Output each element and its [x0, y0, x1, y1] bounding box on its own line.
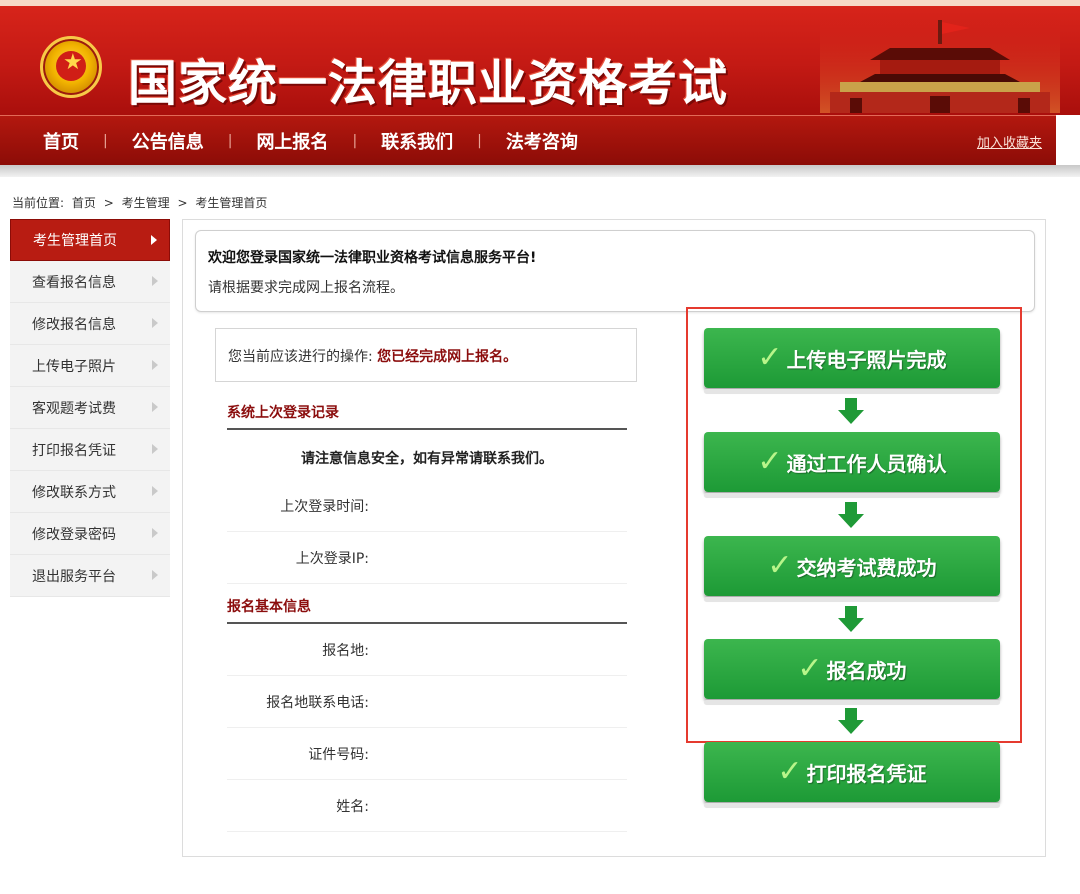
nav-separator: | [477, 133, 482, 149]
field-label: 报名地: [322, 643, 369, 659]
breadcrumb-separator: > [177, 196, 188, 210]
sidebar-item-label: 修改登录密码 [32, 526, 116, 543]
breadcrumb: 当前位置: 首页 > 考生管理 > 考生管理首页 [12, 194, 271, 211]
main-nav: 首页 | 公告信息 | 网上报名 | 联系我们 | 法考咨询 加入收藏夹 [0, 115, 1056, 165]
checkmark-icon: ✓ [757, 340, 783, 375]
tiananmen-gate-icon [820, 18, 1060, 113]
sidebar-item-label: 客观题考试费 [32, 400, 116, 417]
breadcrumb-home[interactable]: 首页 [72, 196, 96, 210]
welcome-subtitle: 请根据要求完成网上报名流程。 [208, 280, 404, 296]
breadcrumb-candidate-management[interactable]: 考生管理 [122, 196, 170, 210]
sidebar-item-label: 修改报名信息 [32, 316, 116, 333]
chevron-right-icon [152, 528, 158, 538]
sidebar-item-exam-fee[interactable]: 客观题考试费 [10, 387, 170, 429]
step-label: 打印报名凭证 [806, 761, 927, 786]
chevron-right-icon [152, 486, 158, 496]
nav-item-consult[interactable]: 法考咨询 [506, 128, 578, 154]
sidebar-item-edit-contact[interactable]: 修改联系方式 [10, 471, 170, 513]
nav-tail [1056, 115, 1080, 165]
header-banner: ★ 国家统一法律职业资格考试 [0, 0, 1080, 115]
down-arrow-icon [838, 606, 864, 632]
welcome-box: 欢迎您登录国家统一法律职业资格考试信息服务平台! 请根据要求完成网上报名流程。 [195, 230, 1035, 312]
sidebar-item-logout[interactable]: 退出服务平台 [10, 555, 170, 597]
add-favorite-link[interactable]: 加入收藏夹 [977, 132, 1042, 151]
sidebar-item-candidate-home[interactable]: 考生管理首页 [10, 219, 170, 261]
field-label: 上次登录时间: [280, 499, 369, 515]
down-arrow-icon [838, 398, 864, 424]
welcome-title: 欢迎您登录国家统一法律职业资格考试信息服务平台! [208, 250, 537, 266]
national-emblem-icon: ★ [40, 36, 102, 98]
last-login-ip-row: 上次登录IP: [227, 532, 627, 584]
chevron-right-icon [152, 276, 158, 286]
nav-separator: | [352, 133, 358, 149]
step-label: 交纳考试费成功 [796, 555, 937, 580]
flow-step-registration-success[interactable]: ✓ 报名成功 [704, 639, 1000, 705]
sidebar-item-label: 退出服务平台 [32, 568, 116, 585]
sidebar-item-label: 考生管理首页 [33, 233, 117, 249]
sidebar-item-label: 查看报名信息 [32, 274, 116, 291]
print-certificate-button[interactable]: ✓ 打印报名凭证 [704, 742, 1000, 808]
step-label: 通过工作人员确认 [786, 451, 947, 476]
current-operation-box: 您当前应该进行的操作: 您已经完成网上报名。 [215, 328, 637, 382]
down-arrow-icon [838, 708, 864, 734]
step-label: 上传电子照片完成 [786, 347, 947, 372]
name-row: 姓名: [227, 780, 627, 832]
security-notice: 请注意信息安全，如有异常请联系我们。 [301, 451, 553, 467]
chevron-right-icon [151, 235, 157, 245]
chevron-right-icon [152, 402, 158, 412]
header-shadow [0, 165, 1080, 177]
field-label: 上次登录IP: [295, 551, 369, 567]
flow-step-upload-photo[interactable]: ✓ 上传电子照片完成 [704, 328, 1000, 394]
nav-item-announcements[interactable]: 公告信息 [132, 128, 204, 154]
flow-step-staff-confirm[interactable]: ✓ 通过工作人员确认 [704, 432, 1000, 498]
chevron-right-icon [152, 570, 158, 580]
nav-item-online-registration[interactable]: 网上报名 [256, 128, 328, 154]
sidebar-item-upload-photo[interactable]: 上传电子照片 [10, 345, 170, 387]
site-title: 国家统一法律职业资格考试 [128, 55, 729, 112]
field-label: 姓名: [336, 799, 369, 815]
breadcrumb-prefix: 当前位置: [12, 196, 65, 210]
checkmark-icon: ✓ [777, 754, 803, 789]
operation-label: 您当前应该进行的操作: [228, 349, 373, 365]
id-number-row: 证件号码: [227, 728, 627, 780]
sidebar-item-edit-registration[interactable]: 修改报名信息 [10, 303, 170, 345]
field-label: 报名地联系电话: [266, 695, 369, 711]
nav-item-home[interactable]: 首页 [43, 128, 79, 154]
login-record-title: 系统上次登录记录 [227, 402, 627, 430]
sidebar-item-change-password[interactable]: 修改登录密码 [10, 513, 170, 555]
breadcrumb-separator: > [103, 196, 114, 210]
chevron-right-icon [152, 318, 158, 328]
chevron-right-icon [152, 444, 158, 454]
registration-place-row: 报名地: [227, 624, 627, 676]
nav-separator: | [227, 133, 233, 149]
star-icon: ★ [63, 50, 83, 75]
operation-status: 您已经完成网上报名。 [377, 349, 518, 365]
flow-step-fee-paid[interactable]: ✓ 交纳考试费成功 [704, 536, 1000, 602]
nav-separator: | [103, 133, 108, 149]
sidebar-item-label: 上传电子照片 [32, 358, 116, 375]
sidebar-item-label: 修改联系方式 [32, 484, 116, 501]
field-label: 证件号码: [308, 747, 369, 763]
last-login-time-row: 上次登录时间: [227, 480, 627, 532]
chevron-right-icon [152, 360, 158, 370]
registration-phone-row: 报名地联系电话: [227, 676, 627, 728]
nav-item-contact[interactable]: 联系我们 [381, 128, 453, 154]
sidebar-item-label: 打印报名凭证 [32, 442, 116, 459]
sidebar: 考生管理首页 查看报名信息 修改报名信息 上传电子照片 客观题考试费 打印报名凭… [10, 219, 170, 597]
checkmark-icon: ✓ [767, 548, 793, 583]
breadcrumb-current: 考生管理首页 [195, 196, 268, 210]
down-arrow-icon [838, 502, 864, 528]
sidebar-item-view-registration[interactable]: 查看报名信息 [10, 261, 170, 303]
step-label: 报名成功 [826, 658, 907, 683]
checkmark-icon: ✓ [757, 444, 783, 479]
checkmark-icon: ✓ [797, 651, 823, 686]
sidebar-item-print-certificate[interactable]: 打印报名凭证 [10, 429, 170, 471]
basic-info-title: 报名基本信息 [227, 596, 627, 624]
